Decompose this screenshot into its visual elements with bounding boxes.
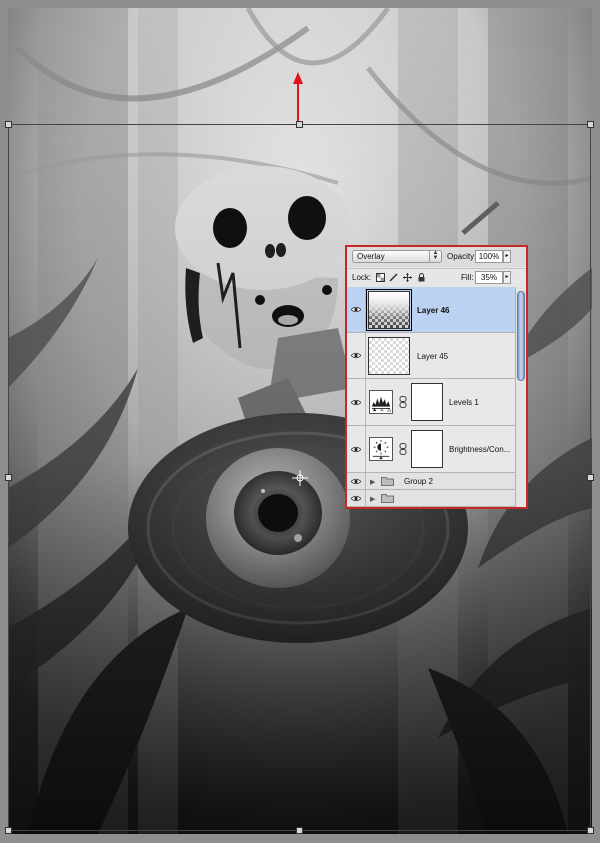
blend-row: Overlay ▲ ▼ Opacity: 100% ▸ <box>347 247 526 267</box>
transform-handle-right[interactable] <box>587 474 594 481</box>
layer-mask-thumbnail[interactable] <box>411 383 443 421</box>
transform-handle-top-right[interactable] <box>587 121 594 128</box>
fill-label: Fill: <box>461 273 474 282</box>
chain-link-icon[interactable] <box>399 443 407 455</box>
layer-row-levels-1[interactable]: Levels 1 <box>347 379 515 426</box>
transform-handle-bottom-right[interactable] <box>587 827 594 834</box>
transform-handle-top[interactable] <box>296 121 303 128</box>
lock-transparent-icon[interactable] <box>376 273 385 282</box>
crosshair-icon[interactable] <box>292 470 308 486</box>
opacity-slider-button[interactable]: ▸ <box>503 250 511 263</box>
lock-row: Lock: Fill: 35% ▸ <box>347 268 526 288</box>
visibility-toggle[interactable] <box>347 426 366 472</box>
layer-row-partial[interactable]: ▶ <box>347 490 515 507</box>
expand-triangle-icon[interactable]: ▶ <box>370 478 375 486</box>
scrollbar-thumb[interactable] <box>517 291 525 381</box>
levels-icon <box>369 390 393 414</box>
layer-name: Levels 1 <box>449 398 479 407</box>
eye-icon <box>351 399 361 405</box>
layers-panel: Overlay ▲▼ Opacity: 100% ▸ Lock: Fill: <box>345 245 528 509</box>
layer-list: Layer 46 Layer 45 Levels 1 Brightness/Co… <box>347 287 515 507</box>
brightness-contrast-icon <box>369 437 393 461</box>
lock-paint-icon[interactable] <box>389 273 398 282</box>
eye-icon <box>351 352 361 359</box>
transform-handle-bottom[interactable] <box>296 827 303 834</box>
visibility-toggle[interactable] <box>347 333 366 378</box>
select-arrows-icon: ▲ ▼ <box>429 250 441 262</box>
layer-name: Brightness/Con... <box>449 445 511 454</box>
layers-scrollbar[interactable] <box>515 287 526 507</box>
eye-icon <box>351 495 361 501</box>
arrow-up-icon <box>293 72 303 124</box>
transform-handle-bottom-left[interactable] <box>5 827 12 834</box>
transform-handle-left[interactable] <box>5 474 12 481</box>
layer-name: Group 2 <box>404 477 433 486</box>
eye-icon <box>351 306 361 313</box>
layer-row-layer-45[interactable]: Layer 45 <box>347 333 515 379</box>
lock-all-icon[interactable] <box>417 273 426 282</box>
layer-mask-thumbnail[interactable] <box>411 430 443 468</box>
opacity-input[interactable]: 100% <box>475 250 503 263</box>
layer-row-layer-46[interactable]: Layer 46 <box>347 287 515 333</box>
transform-handle-top-left[interactable] <box>5 121 12 128</box>
lock-move-icon[interactable] <box>403 273 412 282</box>
fill-input[interactable]: 35% <box>475 271 503 284</box>
visibility-toggle[interactable] <box>347 490 366 506</box>
eye-icon <box>351 446 361 452</box>
visibility-toggle[interactable] <box>347 473 366 489</box>
layer-name: Layer 45 <box>417 352 449 361</box>
folder-icon <box>381 477 394 486</box>
visibility-toggle[interactable] <box>347 379 366 425</box>
layer-thumbnail <box>368 337 410 375</box>
visibility-toggle[interactable] <box>347 287 366 332</box>
blend-mode-select[interactable]: Overlay ▲ ▼ <box>352 250 442 263</box>
lock-label: Lock: <box>352 273 372 282</box>
layer-row-brightness-contrast[interactable]: Brightness/Con... <box>347 426 515 473</box>
opacity-label: Opacity: <box>447 252 477 261</box>
layer-thumbnail <box>366 289 412 331</box>
eye-icon <box>351 478 361 484</box>
layer-row-group-2[interactable]: ▶ Group 2 <box>347 473 515 490</box>
folder-icon <box>381 494 394 503</box>
layer-name: Layer 46 <box>417 306 450 315</box>
blend-mode-value: Overlay <box>357 252 385 261</box>
expand-triangle-icon[interactable]: ▶ <box>370 495 375 503</box>
fill-slider-button[interactable]: ▸ <box>503 271 511 284</box>
chain-link-icon[interactable] <box>399 396 407 408</box>
